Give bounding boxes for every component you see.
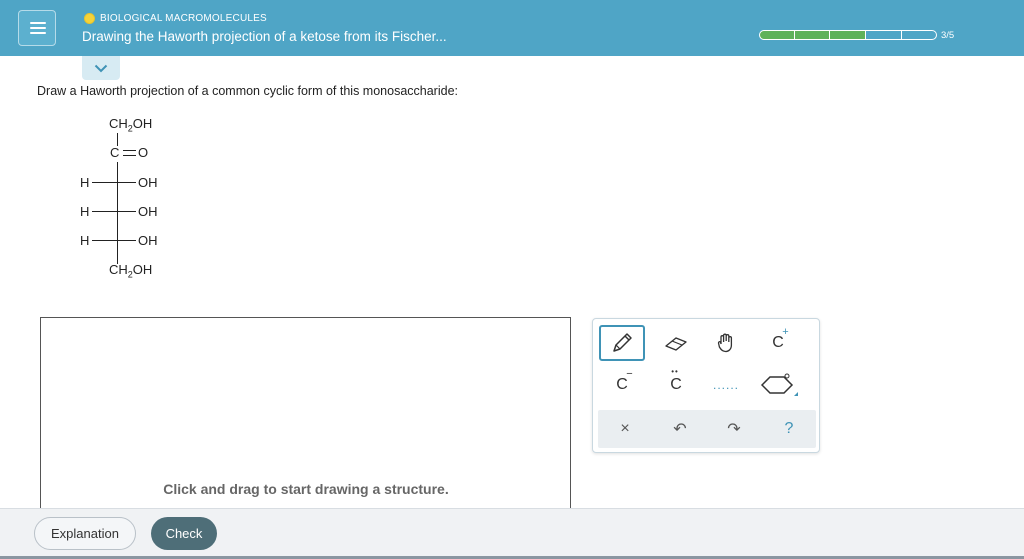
fischer-projection: CH2OH C O H OH H OH H OH CH2OH <box>70 110 190 285</box>
hand-icon <box>717 333 733 353</box>
action-row: × ↶ ↷ ? <box>598 410 816 448</box>
progress-segment <box>902 30 937 40</box>
clear-button[interactable]: × <box>598 410 652 448</box>
drawing-toolbox: C + C − •• C ...... × ↶ ↷ ? <box>592 318 820 453</box>
backbone-line <box>117 162 118 264</box>
progress-bar <box>759 30 937 40</box>
eraser-icon <box>665 337 687 351</box>
double-bond-line <box>123 150 136 151</box>
status-dot-icon <box>84 13 95 24</box>
double-bond-line <box>123 155 136 156</box>
lone-pair-tool[interactable]: •• C <box>653 367 699 403</box>
eraser-tool[interactable] <box>653 325 699 361</box>
row1-left-label: H <box>80 175 90 190</box>
undo-button[interactable]: ↶ <box>653 410 707 448</box>
explanation-button[interactable]: Explanation <box>34 517 136 550</box>
collapse-toggle[interactable] <box>82 56 120 80</box>
help-button[interactable]: ? <box>762 410 816 448</box>
category-label: BIOLOGICAL MACROMOLECULES <box>100 13 267 24</box>
ring-template-tool[interactable] <box>755 367 801 403</box>
pencil-tool[interactable] <box>599 325 645 361</box>
row3-bond <box>92 240 136 241</box>
menu-button[interactable] <box>18 10 56 46</box>
close-icon: × <box>620 420 630 437</box>
row2-left-label: H <box>80 204 90 219</box>
question-prompt: Draw a Haworth projection of a common cy… <box>37 84 458 98</box>
dotted-bond-tool[interactable]: ...... <box>703 367 749 403</box>
canvas-hint: Click and drag to start drawing a struct… <box>163 481 449 497</box>
row3-right-label: OH <box>138 233 158 248</box>
top-ch2oh-label: CH2OH <box>109 116 153 134</box>
bottom-ch2oh-label: CH2OH <box>109 262 153 280</box>
progress-segment <box>866 30 902 40</box>
progress-count: 3/5 <box>941 30 955 41</box>
row2-bond <box>92 211 136 212</box>
pencil-icon <box>613 333 632 352</box>
ring-icon <box>760 373 798 396</box>
progress-segment <box>830 30 866 40</box>
row3-left-label: H <box>80 233 90 248</box>
drawing-canvas[interactable]: Click and drag to start drawing a struct… <box>40 317 571 517</box>
carbonyl-o-label: O <box>138 145 149 160</box>
progress-segment <box>795 30 830 40</box>
hand-tool[interactable] <box>703 325 749 361</box>
cation-tool[interactable]: C + <box>755 325 801 361</box>
breadcrumb: BIOLOGICAL MACROMOLECULES <box>84 13 267 24</box>
carbonyl-c-label: C <box>110 145 120 160</box>
page-title: Drawing the Haworth projection of a keto… <box>82 29 447 44</box>
undo-icon: ↶ <box>673 421 687 438</box>
row2-right-label: OH <box>138 204 158 219</box>
redo-button[interactable]: ↷ <box>707 410 761 448</box>
progress-segment <box>759 30 795 40</box>
check-button[interactable]: Check <box>151 517 217 550</box>
row1-bond <box>92 182 136 183</box>
hamburger-icon <box>30 22 46 24</box>
chevron-down-icon <box>94 64 108 72</box>
help-icon: ? <box>784 420 794 437</box>
redo-icon: ↷ <box>727 421 741 438</box>
anion-tool[interactable]: C − <box>599 367 645 403</box>
row1-right-label: OH <box>138 175 158 190</box>
top-bar: BIOLOGICAL MACROMOLECULES Drawing the Ha… <box>0 0 1024 56</box>
